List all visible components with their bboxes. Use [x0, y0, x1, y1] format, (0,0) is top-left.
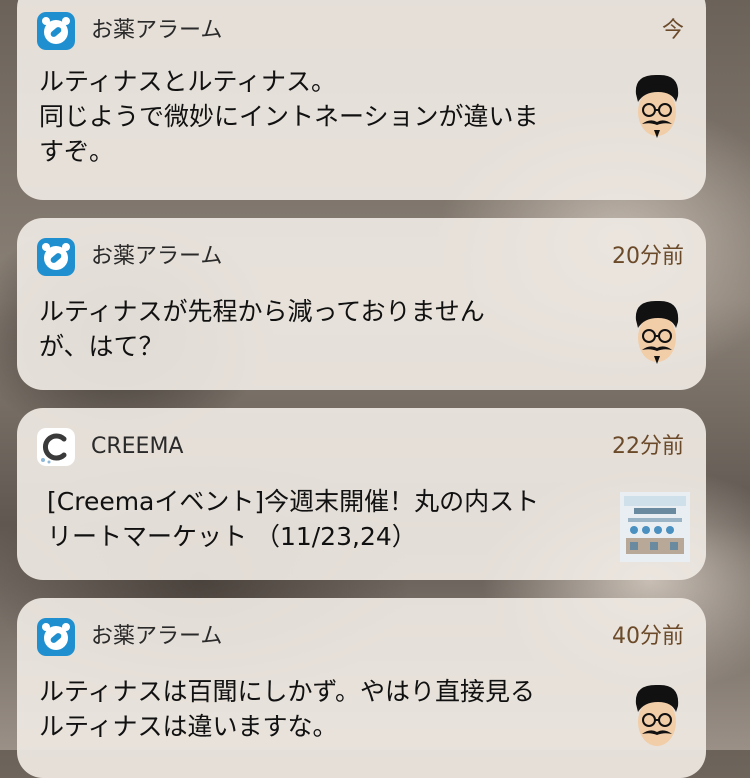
app-name: お薬アラーム [91, 624, 223, 649]
app-name: CREEMA [91, 434, 184, 459]
notification-message: ルティナスが先程から減っておりません が、はて？ [39, 297, 485, 361]
creema-c-icon [37, 428, 75, 466]
app-name: お薬アラーム [91, 18, 223, 43]
notification-card[interactable]: お薬アラーム 40分前 ルティナスは百聞にしかず。やはり直接見る ルティナスは違… [17, 598, 706, 778]
notification-card[interactable]: CREEMA 22分前 [Creemaイベント]今週末開催！丸の内スト リートマ… [17, 408, 706, 580]
mustache-man-thumbnail [628, 72, 686, 142]
notification-message: ルティナスは百聞にしかず。やはり直接見る ルティナスは違いますな。 [39, 677, 536, 741]
pill-alarm-icon [37, 12, 75, 50]
notification-message: [Creemaイベント]今週末開催！丸の内スト リートマーケット （11/23,… [47, 487, 540, 551]
notification-card[interactable]: お薬アラーム 20分前 ルティナスが先程から減っておりません が、はて？ [17, 218, 706, 390]
notification-screen: { "notifications": [ { "app": "お薬アラーム", … [0, 0, 750, 778]
event-flyer-thumbnail [620, 492, 690, 562]
timestamp: 40分前 [612, 624, 684, 649]
notification-message: ルティナスとルティナス。 同じようで微妙にイントネーションが違いま すぞ。 [39, 67, 539, 166]
mustache-man-thumbnail [628, 682, 686, 752]
pill-alarm-icon [37, 238, 75, 276]
timestamp: 20分前 [612, 244, 684, 269]
app-name: お薬アラーム [91, 244, 223, 269]
timestamp: 22分前 [612, 434, 684, 459]
notification-card[interactable]: お薬アラーム 今 ルティナスとルティナス。 同じようで微妙にイントネーションが違… [17, 0, 706, 200]
pill-alarm-icon [37, 618, 75, 656]
mustache-man-thumbnail [628, 298, 686, 368]
timestamp: 今 [661, 18, 684, 43]
